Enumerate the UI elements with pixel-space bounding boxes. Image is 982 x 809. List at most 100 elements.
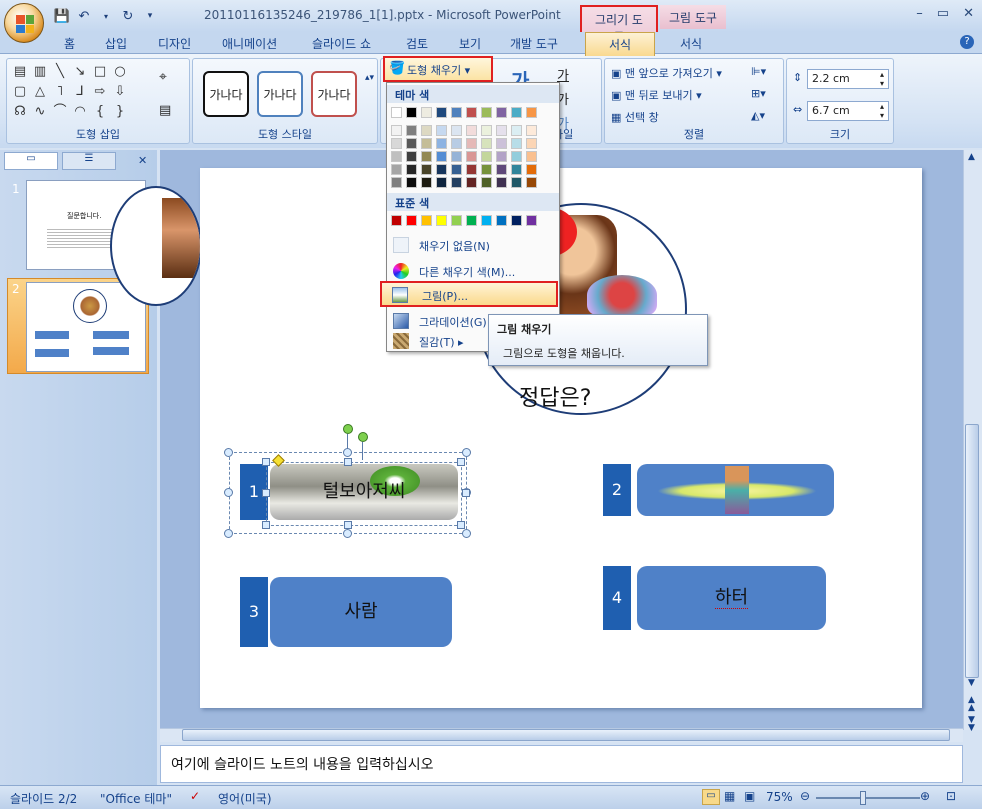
rotate-icon[interactable]: ◭▾ <box>751 109 765 122</box>
theme-shade-swatch[interactable] <box>511 138 522 149</box>
answer-box-3[interactable]: 사람 <box>270 577 452 647</box>
tab-review[interactable]: 검토 <box>406 35 428 52</box>
tab-home[interactable]: 홈 <box>64 35 75 52</box>
standard-color-swatch[interactable] <box>511 215 522 226</box>
office-button[interactable] <box>4 3 44 43</box>
theme-shade-swatch[interactable] <box>436 164 447 175</box>
answer-box-4[interactable]: 하터 <box>637 566 826 630</box>
notes-pane[interactable]: 여기에 슬라이드 노트의 내용을 입력하십시오 <box>160 745 963 783</box>
theme-shade-swatch[interactable] <box>496 138 507 149</box>
theme-shade-swatch[interactable] <box>406 125 417 136</box>
theme-shade-swatch[interactable] <box>526 151 537 162</box>
tab-slides-icon[interactable]: ▭ <box>4 152 58 170</box>
save-icon[interactable]: 💾 <box>54 8 70 24</box>
theme-shade-swatch[interactable] <box>511 164 522 175</box>
theme-shade-swatch[interactable] <box>451 125 462 136</box>
resize-handle[interactable] <box>462 448 471 457</box>
answer-box-2[interactable] <box>637 464 834 516</box>
theme-shade-swatch[interactable] <box>436 125 447 136</box>
standard-color-swatch[interactable] <box>406 215 417 226</box>
language-indicator[interactable]: 영어(미국) <box>218 790 272 807</box>
slideshow-view-icon[interactable]: ▣ <box>744 789 755 803</box>
theme-shade-swatch[interactable] <box>406 164 417 175</box>
theme-shade-swatch[interactable] <box>466 177 477 188</box>
left-brace-icon[interactable]: { <box>91 103 109 121</box>
down-arrow-icon[interactable]: ⇩ <box>111 83 129 101</box>
theme-color-swatch[interactable] <box>511 107 522 118</box>
elbow-connector-icon[interactable]: ˥ <box>51 83 69 101</box>
rectangle-icon[interactable]: □ <box>91 63 109 81</box>
theme-shade-swatch[interactable] <box>436 177 447 188</box>
theme-shade-swatch[interactable] <box>511 177 522 188</box>
theme-shade-swatch[interactable] <box>481 125 492 136</box>
theme-shade-swatch[interactable] <box>391 125 402 136</box>
tab-insert[interactable]: 삽입 <box>105 35 127 52</box>
resize-handle-square[interactable] <box>344 521 352 529</box>
theme-shade-swatch[interactable] <box>481 138 492 149</box>
height-input[interactable]: 2.2 cm ▴ ▾ <box>807 69 889 89</box>
theme-shade-swatch[interactable] <box>406 138 417 149</box>
help-icon[interactable]: ? <box>960 35 974 49</box>
elbow-arrow-icon[interactable]: ⅃ <box>71 83 89 101</box>
undo-dropdown-icon[interactable]: ▾ <box>98 8 114 24</box>
line-icon[interactable]: ╲ <box>51 63 69 81</box>
zoom-level[interactable]: 75% <box>766 790 793 804</box>
standard-color-swatch[interactable] <box>451 215 462 226</box>
theme-shade-swatch[interactable] <box>481 151 492 162</box>
shape-fill-button[interactable]: 🪣 도형 채우기 ▾ <box>383 56 493 82</box>
theme-shade-swatch[interactable] <box>496 151 507 162</box>
shape-gallery[interactable]: ▤ ▥ ╲ ↘ □ ○ ▢ △ ˥ ⅃ ⇨ ⇩ ☊ ∿ ⌒ ◠{} <box>11 63 129 121</box>
next-slide-icon[interactable]: ▼ ▼ <box>968 716 975 733</box>
standard-color-swatch[interactable] <box>481 215 492 226</box>
theme-shade-swatch[interactable] <box>496 177 507 188</box>
close-button[interactable]: ✕ <box>963 6 974 21</box>
standard-color-swatch[interactable] <box>421 215 432 226</box>
theme-color-swatch[interactable] <box>496 107 507 118</box>
theme-shade-swatch[interactable] <box>421 125 432 136</box>
theme-shade-swatch[interactable] <box>526 177 537 188</box>
theme-color-swatch[interactable] <box>526 107 537 118</box>
theme-shade-swatch[interactable] <box>466 164 477 175</box>
more-colors-item[interactable]: 다른 채우기 색(M)... <box>387 259 559 283</box>
theme-shade-swatch[interactable] <box>511 125 522 136</box>
theme-shade-swatch[interactable] <box>421 164 432 175</box>
theme-shade-swatch[interactable] <box>421 138 432 149</box>
theme-color-swatch[interactable] <box>391 107 402 118</box>
theme-shade-swatch[interactable] <box>466 151 477 162</box>
resize-handle[interactable] <box>224 488 233 497</box>
rounded-rect-icon[interactable]: ▢ <box>11 83 29 101</box>
resize-handle-square[interactable] <box>262 489 270 497</box>
horizontal-scroll-thumb[interactable] <box>182 729 950 741</box>
tab-view[interactable]: 보기 <box>459 35 481 52</box>
theme-shade-swatch[interactable] <box>526 138 537 149</box>
theme-shade-swatch[interactable] <box>436 151 447 162</box>
scribble-icon[interactable]: ∿ <box>31 103 49 121</box>
resize-handle[interactable] <box>343 448 352 457</box>
previous-slide-icon[interactable]: ▲ ▲ <box>968 696 975 713</box>
gallery-scroll-icon[interactable]: ▴▾ <box>365 73 374 83</box>
style-sample-red[interactable]: 가나다 <box>311 71 357 117</box>
theme-color-swatch[interactable] <box>451 107 462 118</box>
theme-shade-swatch[interactable] <box>466 138 477 149</box>
theme-shade-swatch[interactable] <box>526 164 537 175</box>
resize-handle-square[interactable] <box>457 458 465 466</box>
offslide-circle-image[interactable] <box>110 186 202 306</box>
resize-handle[interactable] <box>343 529 352 538</box>
vertical-scroll-thumb[interactable] <box>965 424 979 678</box>
zoom-in-icon[interactable]: ⊕ <box>920 789 930 803</box>
tab-animation[interactable]: 애니메이션 <box>222 35 277 52</box>
answer-number-box[interactable]: 4 <box>603 566 631 630</box>
style-sample-black[interactable]: 가나다 <box>203 71 249 117</box>
edit-shape-icon[interactable]: ⌖ <box>159 69 167 85</box>
close-pane-icon[interactable]: ✕ <box>138 154 147 167</box>
group-icon[interactable]: ⊞▾ <box>751 87 766 100</box>
spellcheck-icon[interactable]: ✓ <box>190 789 200 803</box>
theme-shade-swatch[interactable] <box>391 164 402 175</box>
selection-pane-button[interactable]: ▦ 선택 창 <box>611 109 659 125</box>
redo-icon[interactable]: ↻ <box>120 8 136 24</box>
resize-handle[interactable] <box>462 529 471 538</box>
zoom-slider-thumb[interactable] <box>860 791 866 805</box>
slide-sorter-icon[interactable]: ▦ <box>724 789 735 803</box>
triangle-icon[interactable]: △ <box>31 83 49 101</box>
theme-shade-swatch[interactable] <box>451 151 462 162</box>
